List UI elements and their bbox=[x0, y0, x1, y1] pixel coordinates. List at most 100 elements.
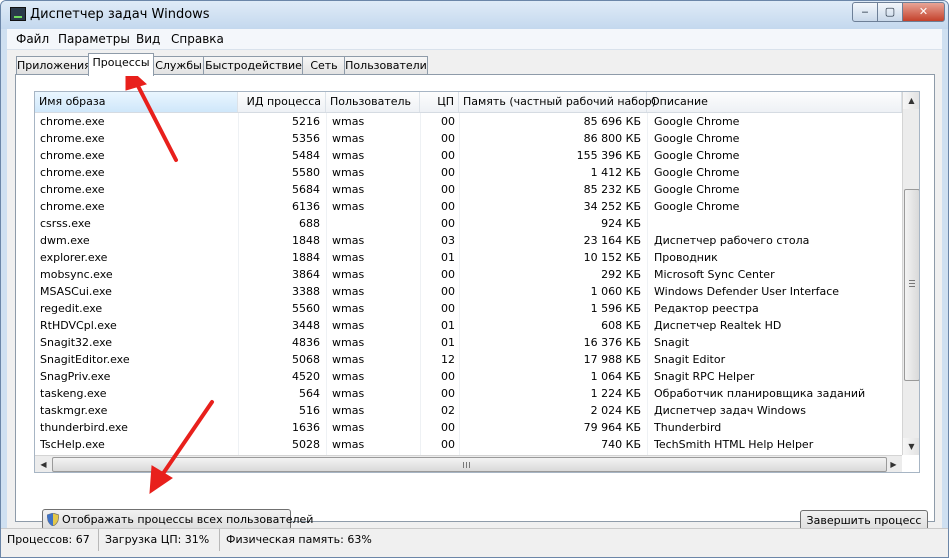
table-row[interactable]: MSASCui.exe 3388 wmas 00 1 060 КБ Windows Def… bbox=[35, 283, 902, 300]
table-row[interactable]: TscHelp.exe 5028 wmas 00 740 КБ TechSmith HTM… bbox=[35, 436, 902, 453]
table-row[interactable]: chrome.exe 5580 wmas 00 1 412 КБ Google Chrom… bbox=[35, 164, 902, 181]
image-name-cell: chrome.exe bbox=[40, 132, 105, 145]
user-cell: wmas bbox=[332, 387, 365, 400]
memory-cell: 86 800 КБ bbox=[583, 132, 641, 145]
user-cell: wmas bbox=[332, 285, 365, 298]
cpu-cell: 00 bbox=[441, 302, 455, 315]
user-cell: wmas bbox=[332, 336, 365, 349]
task-manager-icon bbox=[10, 7, 26, 21]
tab-processes[interactable]: Процессы bbox=[88, 53, 154, 76]
description-cell: Редактор реестра bbox=[654, 302, 759, 315]
user-cell: wmas bbox=[332, 319, 365, 332]
table-row[interactable]: Snagit32.exe 4836 wmas 01 16 376 КБ Snagit bbox=[35, 334, 902, 351]
description-cell: Google Chrome bbox=[654, 200, 740, 213]
menu-view[interactable]: Вид bbox=[136, 32, 160, 46]
table-row[interactable]: taskeng.exe 564 wmas 00 1 224 КБ Обработчик п… bbox=[35, 385, 902, 402]
cpu-cell: 00 bbox=[441, 132, 455, 145]
show-all-users-processes-button[interactable]: Отображать процессы всех пользователей bbox=[42, 509, 313, 530]
memory-cell: 85 232 КБ bbox=[583, 183, 641, 196]
image-name-cell: mobsync.exe bbox=[40, 268, 113, 281]
image-name-cell: RtHDVCpl.exe bbox=[40, 319, 117, 332]
image-name-cell: taskmgr.exe bbox=[40, 404, 108, 417]
vertical-scrollbar[interactable]: ▲ ▼ bbox=[902, 92, 919, 455]
column-header-cpu[interactable]: ЦП bbox=[420, 92, 459, 112]
description-cell: Microsoft Sync Center bbox=[654, 268, 775, 281]
process-rows: chrome.exe 5216 wmas 00 85 696 КБ Google Chro… bbox=[35, 113, 902, 455]
memory-cell: 740 КБ bbox=[601, 438, 641, 451]
tab-users[interactable]: Пользователи bbox=[344, 56, 428, 75]
menu-file[interactable]: Файл bbox=[16, 32, 49, 46]
column-header-memory[interactable]: Память (частный рабочий набор) bbox=[459, 92, 656, 112]
table-row[interactable]: chrome.exe 5684 wmas 00 85 232 КБ Google Chro… bbox=[35, 181, 902, 198]
description-cell: Thunderbird bbox=[654, 421, 722, 434]
table-row[interactable]: RtHDVCpl.exe 3448 wmas 01 608 КБ Диспетчер Re… bbox=[35, 317, 902, 334]
scroll-right-arrow-icon[interactable]: ▶ bbox=[885, 456, 902, 472]
description-cell: Обработчик планировщика заданий bbox=[654, 387, 866, 400]
horizontal-scroll-thumb[interactable] bbox=[52, 457, 887, 472]
cpu-cell: 00 bbox=[441, 387, 455, 400]
description-cell: Snagit RPC Helper bbox=[654, 370, 755, 383]
tab-applications[interactable]: Приложения bbox=[16, 56, 91, 75]
image-name-cell: MSASCui.exe bbox=[40, 285, 112, 298]
table-row[interactable]: thunderbird.exe 1636 wmas 00 79 964 КБ Thunde… bbox=[35, 419, 902, 436]
tab-performance[interactable]: Быстродействие bbox=[203, 56, 304, 75]
image-name-cell: chrome.exe bbox=[40, 115, 105, 128]
description-cell: Диспетчер рабочего стола bbox=[654, 234, 810, 247]
title-bar[interactable]: Диспетчер задач Windows ‒ ▢ ✕ bbox=[1, 1, 948, 29]
cpu-cell: 01 bbox=[441, 251, 455, 264]
memory-cell: 2 024 КБ bbox=[590, 404, 641, 417]
maximize-button[interactable]: ▢ bbox=[877, 2, 903, 22]
user-cell: wmas bbox=[332, 370, 365, 383]
status-cpu-usage: Загрузка ЦП: 31% bbox=[99, 529, 220, 551]
memory-cell: 1 224 КБ bbox=[590, 387, 641, 400]
minimize-button[interactable]: ‒ bbox=[852, 2, 878, 22]
menu-parameters[interactable]: Параметры bbox=[58, 32, 130, 46]
column-header-image-name[interactable]: Имя образа bbox=[35, 92, 238, 112]
table-row[interactable]: explorer.exe 1884 wmas 01 10 152 КБ Проводник bbox=[35, 249, 902, 266]
cpu-cell: 00 bbox=[441, 268, 455, 281]
user-cell: wmas bbox=[332, 183, 365, 196]
column-header-pid[interactable]: ИД процесса bbox=[238, 92, 326, 112]
memory-cell: 10 152 КБ bbox=[583, 251, 641, 264]
image-name-cell: taskeng.exe bbox=[40, 387, 107, 400]
tab-services[interactable]: Службы bbox=[152, 56, 205, 75]
cpu-cell: 00 bbox=[441, 217, 455, 230]
cpu-cell: 01 bbox=[441, 336, 455, 349]
pid-cell: 5484 bbox=[292, 149, 320, 162]
table-row[interactable]: regedit.exe 5560 wmas 00 1 596 КБ Редактор ре… bbox=[35, 300, 902, 317]
table-row[interactable]: csrss.exe 688 00 924 КБ bbox=[35, 215, 902, 232]
pid-cell: 3864 bbox=[292, 268, 320, 281]
grip-line bbox=[909, 280, 915, 281]
close-button[interactable]: ✕ bbox=[902, 2, 945, 22]
horizontal-scrollbar[interactable]: ◀ ▶ bbox=[35, 455, 902, 472]
image-name-cell: Snagit32.exe bbox=[40, 336, 113, 349]
menu-help[interactable]: Справка bbox=[171, 32, 224, 46]
table-row[interactable]: dwm.exe 1848 wmas 03 23 164 КБ Диспетчер рабо… bbox=[35, 232, 902, 249]
table-row[interactable]: chrome.exe 6136 wmas 00 34 252 КБ Google Chro… bbox=[35, 198, 902, 215]
tab-network[interactable]: Сеть bbox=[302, 56, 346, 75]
table-row[interactable]: chrome.exe 5216 wmas 00 85 696 КБ Google Chro… bbox=[35, 113, 902, 130]
scroll-left-arrow-icon[interactable]: ◀ bbox=[35, 456, 52, 472]
pid-cell: 4520 bbox=[292, 370, 320, 383]
scroll-up-arrow-icon[interactable]: ▲ bbox=[903, 92, 919, 109]
image-name-cell: csrss.exe bbox=[40, 217, 91, 230]
table-row[interactable]: taskmgr.exe 516 wmas 02 2 024 КБ Диспетчер за… bbox=[35, 402, 902, 419]
image-name-cell: chrome.exe bbox=[40, 166, 105, 179]
description-cell: Диспетчер задач Windows bbox=[654, 404, 806, 417]
table-row[interactable]: SnagPriv.exe 4520 wmas 00 1 064 КБ Snagit RPC… bbox=[35, 368, 902, 385]
description-cell bbox=[654, 215, 902, 232]
table-row[interactable]: chrome.exe 5356 wmas 00 86 800 КБ Google Chro… bbox=[35, 130, 902, 147]
table-row[interactable]: chrome.exe 5484 wmas 00 155 396 КБ Google Chr… bbox=[35, 147, 902, 164]
column-header-user[interactable]: Пользователь bbox=[326, 92, 420, 112]
column-header-description[interactable]: Описание bbox=[647, 92, 902, 112]
user-cell: wmas bbox=[332, 421, 365, 434]
cpu-cell: 03 bbox=[441, 234, 455, 247]
vertical-scroll-thumb[interactable] bbox=[904, 189, 919, 381]
memory-cell: 155 396 КБ bbox=[576, 149, 641, 162]
scroll-down-arrow-icon[interactable]: ▼ bbox=[903, 438, 919, 455]
table-row[interactable]: SnagitEditor.exe 5068 wmas 12 17 988 КБ Snagi… bbox=[35, 351, 902, 368]
window-title: Диспетчер задач Windows bbox=[30, 7, 210, 22]
grip-line bbox=[469, 462, 470, 468]
table-row[interactable]: mobsync.exe 3864 wmas 00 292 КБ Microsoft Syn… bbox=[35, 266, 902, 283]
memory-cell: 292 КБ bbox=[601, 268, 641, 281]
